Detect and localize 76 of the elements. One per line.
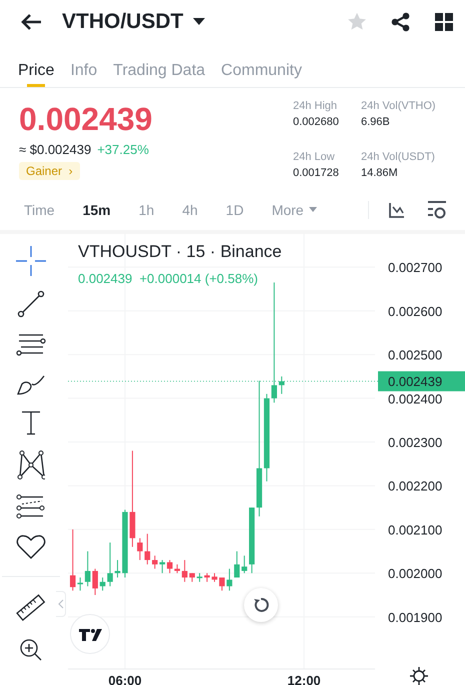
rising-candle (234, 550, 240, 578)
price-axis-label: 0.002200 (388, 478, 442, 494)
stat-value: 6.96B (361, 116, 391, 128)
interval-tab[interactable]: More (272, 202, 317, 218)
stat-label: 24h Vol(USDT) (361, 151, 436, 163)
interval-tab[interactable]: 1h (138, 202, 154, 218)
falling-candle (219, 577, 225, 592)
price-axis-label: 0.002300 (388, 435, 442, 450)
gainer-tag[interactable]: Gainer › (19, 162, 80, 180)
falling-candle (92, 568, 98, 596)
falling-candle (70, 528, 76, 592)
crosshair-icon[interactable] (16, 246, 46, 276)
caret-icon[interactable] (193, 18, 206, 26)
last-price-label: 0.002439 (388, 374, 442, 390)
tab[interactable]: Community (221, 44, 302, 87)
rising-candle (114, 560, 120, 578)
stat-value: 0.002680 (293, 116, 340, 128)
gear-icon[interactable] (410, 667, 428, 685)
fibonacci-icon[interactable] (16, 494, 46, 520)
reset-icon[interactable] (252, 596, 270, 614)
settings-icon[interactable] (427, 201, 447, 219)
falling-candle (144, 533, 150, 565)
last-price: 0.002439 (19, 100, 152, 138)
falling-candle (204, 572, 210, 582)
rising-candle (122, 509, 128, 578)
rising-candle (107, 542, 113, 587)
price-axis-label: 0.002400 (388, 391, 442, 406)
rising-candle (160, 560, 166, 574)
price-axis-label: 0.002700 (388, 260, 442, 276)
rising-candle (226, 568, 232, 592)
falling-candle (212, 572, 218, 582)
stat-value: 14.86M (361, 167, 399, 179)
stat-value: 0.001728 (293, 167, 340, 179)
chart-type-icon[interactable] (389, 202, 405, 218)
share-icon[interactable] (391, 12, 411, 32)
heart-icon[interactable] (16, 534, 46, 560)
interval-tab[interactable]: 4h (182, 202, 198, 218)
trend-line-icon[interactable] (17, 290, 45, 318)
price-axis-label: 0.001900 (388, 610, 442, 625)
back-icon[interactable] (20, 13, 42, 31)
pattern-icon[interactable] (17, 450, 45, 480)
price-axis-label: 0.002600 (388, 304, 442, 319)
stat-label: 24h High (293, 100, 338, 112)
ruler-icon[interactable] (16, 593, 46, 623)
falling-candle (137, 538, 143, 561)
price-axis-label: 0.002000 (388, 566, 442, 582)
grid-icon[interactable] (435, 13, 453, 31)
stat-label: 24h Low (293, 151, 336, 163)
price-axis-label: 0.002100 (388, 522, 442, 538)
time-axis-label: 12:00 (287, 673, 321, 685)
falling-candle (189, 572, 195, 582)
time-axis-label: 06:00 (108, 673, 142, 685)
text-tool-icon[interactable] (20, 410, 42, 436)
star-icon[interactable] (347, 12, 367, 32)
parallel-lines-icon[interactable] (16, 332, 46, 358)
pair-title[interactable]: VTHO/USDT (62, 10, 184, 34)
collapse-handle[interactable] (56, 591, 66, 617)
rising-candle (242, 555, 248, 574)
chart-legend: 0.002439 +0.000014 (+0.58%) (78, 271, 258, 286)
rising-candle (196, 572, 202, 582)
rising-candle (278, 376, 284, 394)
interval-tab[interactable]: Time (24, 202, 55, 218)
reset-button[interactable] (244, 588, 278, 622)
rising-candle (100, 577, 106, 592)
interval-tab[interactable]: 15m (82, 202, 111, 218)
tab[interactable]: Trading Data (113, 44, 206, 87)
stat-label: 24h Vol(VTHO) (361, 100, 437, 112)
interval-tab[interactable]: 1D (226, 202, 244, 218)
price-change: +37.25% (97, 142, 149, 157)
tab[interactable]: Info (70, 44, 98, 87)
price-axis-label: 0.002500 (388, 348, 442, 363)
chart-title: VTHOUSDT · 15 · Binance (78, 242, 282, 261)
falling-candle (152, 555, 158, 570)
tab[interactable]: Price (18, 44, 54, 87)
fiat-price: ≈ $0.002439 (19, 142, 92, 157)
zoom-icon[interactable] (18, 637, 44, 663)
